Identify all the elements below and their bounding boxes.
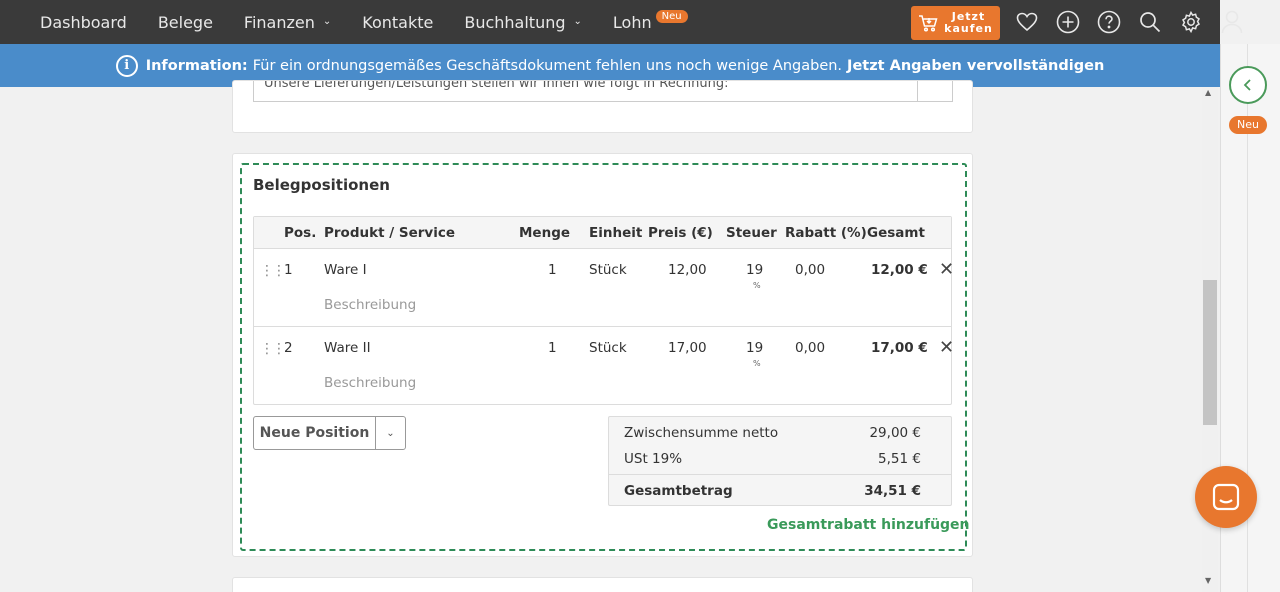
subtotal-value: 29,00 €	[869, 425, 921, 441]
search-icon[interactable]	[1129, 0, 1170, 44]
subtotal-row: Zwischensumme netto 29,00 €	[624, 425, 921, 441]
row-product[interactable]: Ware II	[324, 340, 371, 356]
header-einheit: Einheit	[589, 225, 643, 241]
line-items-card: Belegpositionen Pos. Produkt / Service M…	[232, 153, 973, 557]
row-description[interactable]: Beschreibung	[324, 297, 416, 313]
row-pos: 1	[284, 262, 293, 278]
tax-value: 5,51 €	[878, 451, 921, 467]
row-steuer-unit: %	[753, 359, 761, 368]
row-description[interactable]: Beschreibung	[324, 375, 416, 391]
header-rabatt: Rabatt (%)	[785, 225, 867, 241]
user-icon[interactable]	[1211, 0, 1252, 44]
nav-label: Belege	[157, 12, 213, 32]
total-label: Gesamtbetrag	[624, 483, 733, 499]
nav-item-belege[interactable]: Belege	[142, 0, 228, 44]
help-icon[interactable]	[1088, 0, 1129, 44]
new-badge: Neu	[655, 9, 688, 23]
info-icon: i	[115, 54, 138, 77]
total-value: 34,51 €	[864, 483, 921, 499]
chat-icon	[1212, 483, 1240, 511]
scroll-up-icon[interactable]: ▲	[1205, 88, 1211, 97]
nav-item-kontakte[interactable]: Kontakte	[347, 0, 449, 44]
new-position-button-group: Neue Position ⌄	[253, 416, 406, 450]
buy-now-label: Jetzt kaufen	[944, 11, 993, 35]
row-product[interactable]: Ware I	[324, 262, 367, 278]
drag-handle-icon[interactable]: ⋮⋮	[260, 341, 286, 357]
document-text-card: Unsere Lieferungen/Leistungen stellen wi…	[232, 80, 973, 133]
next-card	[232, 577, 973, 592]
chevron-down-icon[interactable]: ⌄	[376, 417, 405, 449]
info-text: Für ein ordnungsgemäßes Geschäftsdokumen…	[252, 57, 843, 74]
row-gesamt: 17,00 €	[871, 340, 928, 356]
nav-item-dashboard[interactable]: Dashboard	[0, 0, 142, 44]
drag-handle-icon[interactable]: ⋮⋮	[260, 263, 286, 279]
table-row: ⋮⋮ 2 Ware II Beschreibung 1 Stück 17,00 …	[254, 327, 954, 404]
nav-label: Buchhaltung	[464, 12, 566, 32]
buy-now-button[interactable]: Jetzt kaufen	[911, 6, 1000, 40]
header-steuer: Steuer	[726, 225, 777, 241]
header-product: Produkt / Service	[324, 225, 455, 241]
expand-panel-button[interactable]	[1229, 66, 1267, 104]
row-preis[interactable]: 17,00	[668, 340, 707, 356]
plus-circle-icon[interactable]	[1047, 0, 1088, 44]
nav-label: Kontakte	[362, 12, 434, 32]
row-rabatt[interactable]: 0,00	[795, 262, 825, 278]
row-rabatt[interactable]: 0,00	[795, 340, 825, 356]
chevron-down-icon: ⌄	[322, 15, 332, 27]
delete-row-icon[interactable]: ✕	[939, 259, 954, 280]
heart-icon[interactable]	[1006, 0, 1047, 44]
total-row: Gesamtbetrag 34,51 €	[624, 483, 921, 499]
buy-line2: kaufen	[944, 22, 993, 35]
row-gesamt: 12,00 €	[871, 262, 928, 278]
chat-button[interactable]	[1195, 466, 1257, 528]
row-einheit[interactable]: Stück	[589, 262, 627, 278]
tax-label: USt 19%	[624, 451, 683, 467]
nav-item-buchhaltung[interactable]: Buchhaltung ⌄	[449, 0, 598, 44]
row-preis[interactable]: 12,00	[668, 262, 707, 278]
tax-row: USt 19% 5,51 €	[624, 451, 921, 467]
nav-label: Dashboard	[40, 12, 127, 32]
info-label: Information:	[145, 57, 248, 74]
header-menge: Menge	[519, 225, 571, 241]
table-row: ⋮⋮ 1 Ware I Beschreibung 1 Stück 12,00 1…	[254, 249, 954, 327]
chevron-left-icon	[1243, 79, 1251, 91]
top-navigation: Dashboard Belege Finanzen ⌄ Kontakte Buch…	[0, 0, 1242, 44]
header-pos: Pos.	[284, 225, 317, 241]
row-steuer[interactable]: 19	[746, 340, 763, 356]
row-menge[interactable]: 1	[548, 340, 557, 356]
row-steuer[interactable]: 19	[746, 262, 763, 278]
gear-icon[interactable]	[1170, 0, 1211, 44]
complete-details-link[interactable]: Jetzt Angaben vervollständigen	[847, 58, 1104, 74]
nav-label: Finanzen	[243, 12, 315, 32]
scrollbar-thumb[interactable]	[1203, 280, 1217, 425]
line-items-table: Pos. Produkt / Service Menge Einheit Pre…	[253, 216, 954, 405]
chevron-down-icon: ⌄	[573, 15, 582, 27]
scroll-down-icon[interactable]: ▼	[1205, 576, 1211, 585]
nav-item-lohn[interactable]: Lohn Neu	[597, 0, 703, 44]
cart-icon	[919, 15, 938, 32]
delete-row-icon[interactable]: ✕	[939, 337, 954, 358]
text-template-button[interactable]	[917, 81, 953, 102]
subtotal-label: Zwischensumme netto	[624, 425, 779, 441]
intro-text-field[interactable]: Unsere Lieferungen/Leistungen stellen wi…	[253, 81, 918, 102]
section-title: Belegpositionen	[253, 176, 390, 194]
row-menge[interactable]: 1	[548, 262, 557, 278]
header-preis: Preis (€)	[648, 225, 713, 241]
new-badge: Neu	[1229, 116, 1267, 134]
nav-item-finanzen[interactable]: Finanzen ⌄	[228, 0, 346, 44]
divider	[609, 474, 951, 475]
add-total-discount-link[interactable]: Gesamtrabatt hinzufügen	[767, 517, 970, 533]
nav-label: Lohn	[612, 12, 652, 32]
row-steuer-unit: %	[753, 281, 761, 290]
row-pos: 2	[284, 340, 293, 356]
new-position-button[interactable]: Neue Position	[254, 417, 376, 449]
intro-text: Unsere Lieferungen/Leistungen stellen wi…	[264, 81, 729, 91]
table-header: Pos. Produkt / Service Menge Einheit Pre…	[254, 217, 951, 249]
header-gesamt: Gesamt	[867, 225, 925, 241]
row-einheit[interactable]: Stück	[589, 340, 627, 356]
totals-box: Zwischensumme netto 29,00 € USt 19% 5,51…	[608, 416, 952, 506]
nav-icon-group	[1006, 0, 1252, 44]
